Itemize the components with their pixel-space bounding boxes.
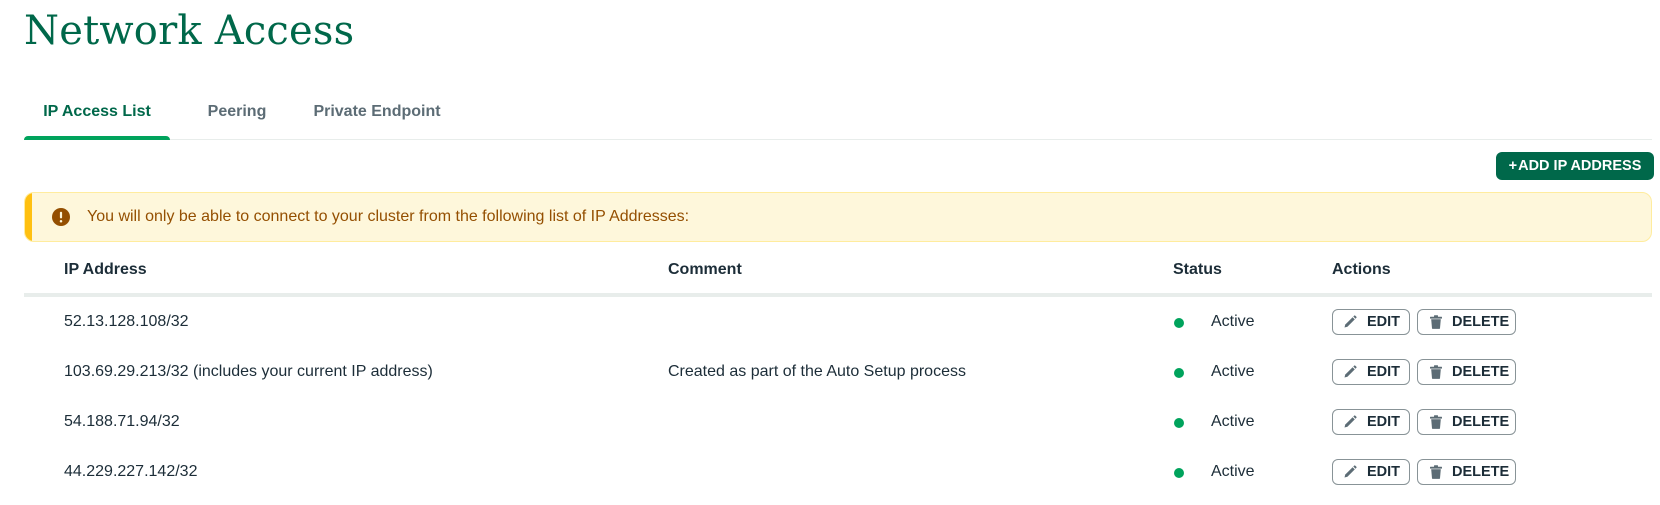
delete-button[interactable]: DELETE xyxy=(1417,409,1516,435)
tab-bar: IP Access List Peering Private Endpoint xyxy=(24,90,1652,140)
table-row: 44.229.227.142/32 Active EDIT DELETE xyxy=(24,447,1652,497)
edit-button[interactable]: EDIT xyxy=(1332,359,1410,385)
delete-label: DELETE xyxy=(1452,364,1510,380)
warning-circle-icon xyxy=(52,208,70,226)
table-row: 52.13.128.108/32 Active EDIT DELETE xyxy=(24,297,1652,347)
ip-address-cell: 44.229.227.142/32 xyxy=(64,463,198,480)
status-dot-icon xyxy=(1174,318,1184,328)
delete-label: DELETE xyxy=(1452,414,1510,430)
status-cell: Active xyxy=(1211,313,1255,330)
edit-button[interactable]: EDIT xyxy=(1332,409,1410,435)
delete-button[interactable]: DELETE xyxy=(1417,309,1516,335)
trash-icon xyxy=(1430,365,1442,379)
comment-cell: Created as part of the Auto Setup proces… xyxy=(668,363,966,380)
edit-label: EDIT xyxy=(1367,464,1401,480)
table-header: IP Address Comment Status Actions xyxy=(24,250,1652,297)
status-cell: Active xyxy=(1211,363,1255,380)
pencil-icon xyxy=(1344,315,1357,328)
status-cell: Active xyxy=(1211,413,1255,430)
add-ip-address-button[interactable]: +ADD IP ADDRESS xyxy=(1496,152,1654,180)
ip-access-table: IP Address Comment Status Actions 52.13.… xyxy=(24,250,1652,497)
column-header-comment: Comment xyxy=(668,261,742,278)
tab-private-endpoint[interactable]: Private Endpoint xyxy=(302,90,452,139)
delete-label: DELETE xyxy=(1452,464,1510,480)
tab-ip-access-list[interactable]: IP Access List xyxy=(24,90,170,140)
plus-icon: + xyxy=(1508,158,1518,174)
ip-address-cell: 54.188.71.94/32 xyxy=(64,413,180,430)
page-title: Network Access xyxy=(24,8,355,54)
edit-label: EDIT xyxy=(1367,314,1401,330)
tab-peering[interactable]: Peering xyxy=(190,90,284,139)
delete-label: DELETE xyxy=(1452,314,1510,330)
delete-button[interactable]: DELETE xyxy=(1417,359,1516,385)
pencil-icon xyxy=(1344,415,1357,428)
trash-icon xyxy=(1430,415,1442,429)
table-body: 52.13.128.108/32 Active EDIT DELETE 103.… xyxy=(24,297,1652,497)
add-ip-address-label: ADD IP ADDRESS xyxy=(1518,158,1642,174)
column-header-actions: Actions xyxy=(1332,261,1391,278)
edit-button[interactable]: EDIT xyxy=(1332,459,1410,485)
table-row: 103.69.29.213/32 (includes your current … xyxy=(24,347,1652,397)
pencil-icon xyxy=(1344,465,1357,478)
status-dot-icon xyxy=(1174,468,1184,478)
warning-banner: You will only be able to connect to your… xyxy=(24,192,1652,242)
edit-button[interactable]: EDIT xyxy=(1332,309,1410,335)
delete-button[interactable]: DELETE xyxy=(1417,459,1516,485)
trash-icon xyxy=(1430,465,1442,479)
edit-label: EDIT xyxy=(1367,364,1401,380)
status-dot-icon xyxy=(1174,418,1184,428)
ip-address-cell: 103.69.29.213/32 (includes your current … xyxy=(64,363,433,380)
table-row: 54.188.71.94/32 Active EDIT DELETE xyxy=(24,397,1652,447)
status-dot-icon xyxy=(1174,368,1184,378)
trash-icon xyxy=(1430,315,1442,329)
pencil-icon xyxy=(1344,365,1357,378)
ip-address-cell: 52.13.128.108/32 xyxy=(64,313,189,330)
status-cell: Active xyxy=(1211,463,1255,480)
warning-banner-text: You will only be able to connect to your… xyxy=(87,208,690,225)
column-header-ip-address: IP Address xyxy=(64,261,147,278)
edit-label: EDIT xyxy=(1367,414,1401,430)
column-header-status: Status xyxy=(1173,261,1222,278)
